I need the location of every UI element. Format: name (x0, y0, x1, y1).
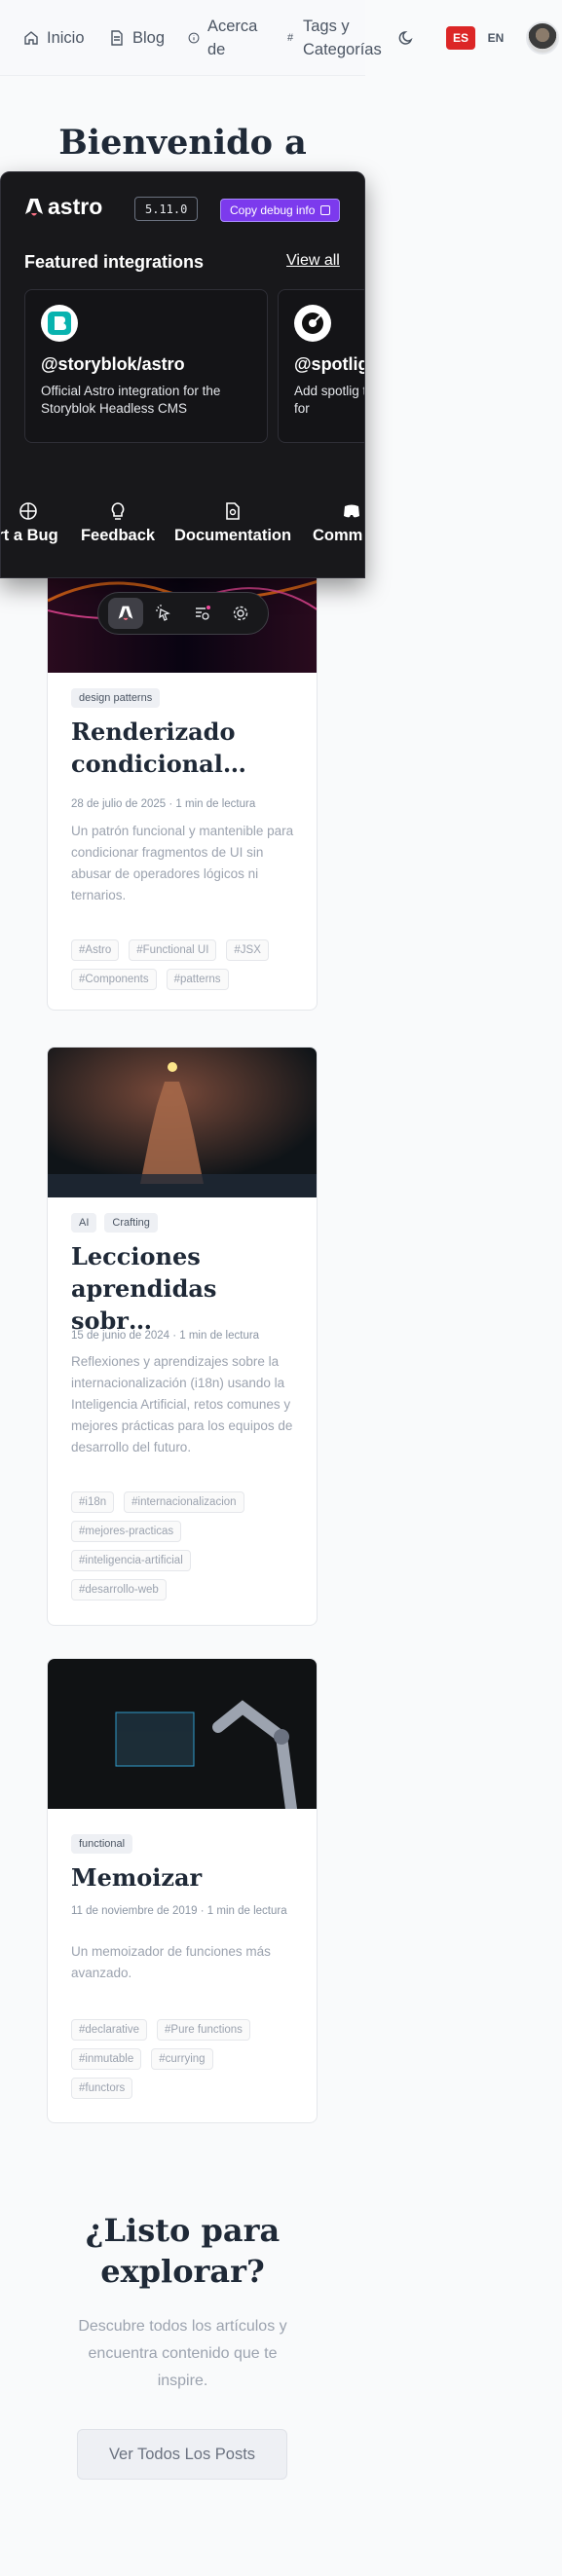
nav-blog-label: Blog (132, 29, 166, 47)
post-card[interactable]: functional Memoizar 11 de noviembre de 2… (47, 1658, 318, 2123)
inspect-button[interactable] (146, 598, 181, 629)
astro-icon (118, 606, 133, 620)
documentation-label: Documentation (174, 527, 292, 544)
post-meta: 15 de junio de 2024 · 1 min de lectura (71, 1330, 260, 1342)
lightbulb-icon (111, 502, 125, 520)
report-bug-link[interactable]: rt a Bug (0, 501, 64, 545)
documentation-link[interactable]: Documentation (174, 501, 291, 545)
post-image (48, 1659, 317, 1809)
astro-version-badge: 5.11.0 (134, 197, 199, 221)
nav-acerca[interactable]: Acerca de (188, 15, 266, 61)
page-title: Bienvenido a (58, 123, 307, 163)
tag[interactable]: #i18n (71, 1491, 115, 1513)
category-badge[interactable]: AI (71, 1213, 97, 1233)
post-title[interactable]: Lecciones aprendidas sobr… (71, 1240, 305, 1337)
tag[interactable]: #Astro (71, 939, 120, 961)
copy-debug-info-button[interactable]: Copy debug info (220, 199, 341, 222)
tag[interactable]: #currying (151, 2048, 213, 2070)
cursor-click-icon (156, 605, 171, 621)
post-meta: 28 de julio de 2025 · 1 min de lectura (71, 798, 256, 810)
post-categories: design patterns (71, 688, 161, 708)
nav-tags-label: Tags y Categorías (303, 18, 382, 58)
bug-icon (19, 502, 37, 520)
copy-debug-label: Copy debug info (230, 203, 316, 217)
category-badge[interactable]: functional (71, 1834, 133, 1854)
integration-name: @storyblok/astro (41, 354, 185, 374)
tag[interactable]: #internacionalizacion (124, 1491, 244, 1513)
post-card[interactable]: AI Crafting Lecciones aprendidas sobr… 1… (47, 1047, 318, 1626)
tag[interactable]: #declarative (71, 2019, 148, 2041)
category-badge[interactable]: Crafting (104, 1213, 158, 1233)
moon-icon[interactable] (398, 29, 416, 47)
tag[interactable]: #desarrollo-web (71, 1579, 167, 1601)
post-description: Reflexiones y aprendizajes sobre la inte… (71, 1354, 293, 1454)
nav-blog[interactable]: Blog (109, 26, 165, 50)
post-title[interactable]: Memoizar (71, 1861, 305, 1894)
info-icon (188, 32, 200, 44)
tag[interactable]: #JSX (226, 939, 269, 961)
featured-integrations-title: Featured integrations (24, 252, 205, 272)
cta-title: ¿Listo para explorar? (85, 2212, 281, 2290)
integration-card[interactable]: @storyblok/astro Official Astro integrat… (24, 289, 268, 443)
astro-logo-text: astro (48, 194, 103, 219)
discord-icon (344, 504, 359, 518)
tag[interactable]: #Functional UI (129, 939, 217, 961)
feedback-link[interactable]: Feedback (79, 501, 157, 545)
tag[interactable]: #patterns (166, 969, 229, 990)
astro-menu-button[interactable] (107, 598, 143, 629)
tag[interactable]: #inmutable (71, 2048, 142, 2070)
lang-en-button[interactable]: EN (481, 26, 510, 50)
integration-card[interactable]: @spotlig Add spotlig toolbar, for (278, 289, 365, 443)
audit-button[interactable] (185, 598, 220, 629)
astro-logo-icon (25, 198, 43, 215)
home-icon (24, 31, 38, 45)
tag[interactable]: #Pure functions (157, 2019, 250, 2041)
hash-icon: # (287, 32, 294, 44)
post-categories: functional (71, 1834, 133, 1854)
tag[interactable]: #Components (71, 969, 157, 990)
avatar[interactable] (526, 21, 559, 55)
post-image (48, 1048, 317, 1197)
post-tags: #i18n #internacionalizacion #mejores-pra… (71, 1491, 266, 1601)
astro-devtools-panel: astro 5.11.0 Copy debug info Featured in… (0, 171, 365, 578)
astro-logo: astro (24, 194, 102, 220)
nav-inicio-label: Inicio (47, 29, 85, 47)
post-tags: #declarative #Pure functions #inmutable … (71, 2019, 276, 2099)
community-link[interactable]: Comm (313, 501, 364, 545)
document-icon (111, 30, 123, 46)
post-meta: 11 de noviembre de 2019 · 1 min de lectu… (71, 1905, 287, 1917)
view-all-posts-button[interactable]: Ver Todos Los Posts (77, 2429, 287, 2480)
feedback-label: Feedback (80, 527, 156, 544)
nav-acerca-label: Acerca de (207, 18, 258, 58)
report-bug-label: rt a Bug (0, 527, 58, 544)
nav-tags[interactable]: # Tags y Categorías (287, 15, 394, 61)
category-badge[interactable]: design patterns (71, 688, 161, 708)
post-categories: AI Crafting (71, 1213, 158, 1233)
settings-button[interactable] (223, 598, 258, 629)
integration-name: @spotlig (294, 354, 365, 374)
post-title[interactable]: Renderizado condicional… (71, 716, 305, 780)
tag[interactable]: #inteligencia-artificial (71, 1550, 191, 1571)
gear-icon (234, 606, 248, 621)
integration-description: Official Astro integration for the Story… (41, 384, 221, 416)
tag[interactable]: #mejores-practicas (71, 1521, 182, 1542)
copy-icon (320, 205, 331, 215)
integration-description: Add spotlig toolbar, for (294, 384, 364, 416)
post-tags: #Astro #Functional UI #JSX #Components #… (71, 939, 300, 990)
list-search-icon (195, 606, 210, 620)
post-description: Un patrón funcional y mantenible para co… (71, 824, 294, 902)
astro-links-row: rt a Bug Feedback Documentation Comm (1, 501, 364, 544)
astro-dev-toolbar (97, 592, 269, 635)
document-search-icon (226, 502, 240, 520)
site-header: Inicio Blog Acerca de # Tags y Categoría… (0, 0, 413, 76)
tag[interactable]: #functors (71, 2078, 133, 2099)
view-all-link[interactable]: View all (286, 252, 340, 270)
storyblok-icon (41, 305, 78, 342)
cta-text: Descubre todos los artículos y encuentra… (78, 2318, 287, 2389)
lang-es-button[interactable]: ES (446, 26, 475, 50)
community-label: Comm (313, 527, 363, 544)
spotlight-icon (294, 305, 331, 342)
post-description: Un memoizador de funciones más avanzado. (71, 1944, 271, 1980)
nav-inicio[interactable]: Inicio (23, 26, 85, 50)
